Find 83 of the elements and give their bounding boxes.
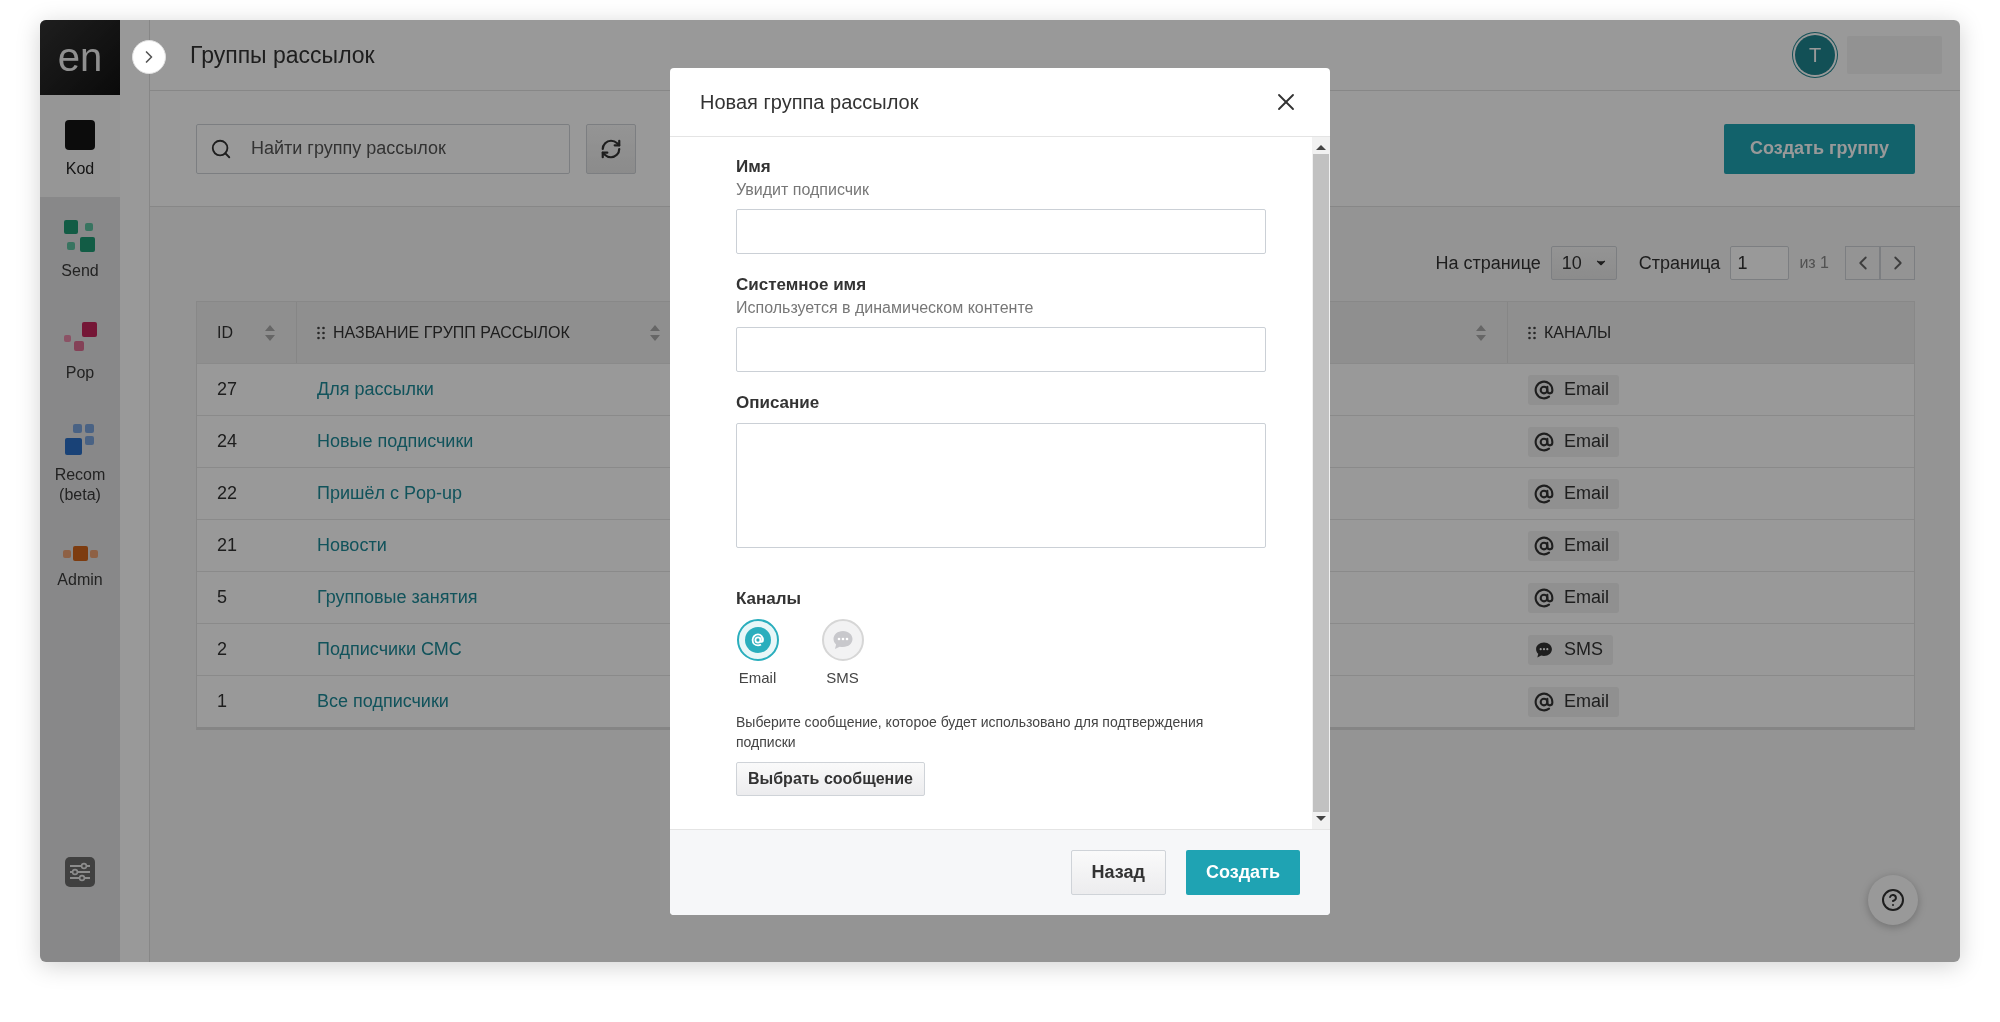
refresh-button[interactable]	[586, 123, 636, 174]
at-sign-icon	[1534, 483, 1554, 504]
at-sign-icon	[1534, 535, 1554, 556]
sort-icon[interactable]	[1475, 323, 1487, 342]
sidebar-label: Recom (beta)	[53, 465, 107, 505]
sidebar-label: Kod	[64, 159, 96, 179]
field-label: Каналы	[736, 588, 803, 610]
logo[interactable]: en	[40, 20, 120, 95]
input-field[interactable]	[736, 209, 1266, 254]
at-sign-icon	[1534, 587, 1554, 608]
sort-icon[interactable]	[649, 323, 661, 342]
group-link[interactable]: Все подписчики	[317, 691, 449, 712]
sliders-icon[interactable]	[64, 856, 96, 888]
group-link[interactable]: Групповые занятия	[317, 587, 478, 608]
search-icon	[210, 137, 232, 160]
drag-handle-icon[interactable]	[1528, 325, 1536, 340]
search-field[interactable]: Найти группу рассылок	[196, 123, 570, 174]
create-group-button[interactable]: Создать группу	[1723, 123, 1915, 174]
refresh-icon	[600, 137, 622, 160]
modal-title: Новая группа рассылок	[700, 90, 919, 114]
scrollbar[interactable]	[1312, 137, 1330, 829]
column-header: НАЗВАНИЕ ГРУПП РАССЫЛОК	[333, 323, 571, 342]
sidebar-item[interactable]: Kod	[40, 95, 120, 197]
group-link[interactable]: Подписчики СМС	[317, 639, 462, 660]
squares-icon	[61, 545, 99, 562]
help-button[interactable]	[1868, 875, 1918, 925]
sidebar-label: Pop	[64, 363, 96, 383]
page-title: Группы рассылок	[190, 41, 376, 69]
previous-page-button[interactable]	[1845, 246, 1880, 280]
table-cell-text: 27	[216, 378, 239, 401]
at-sign-icon	[1534, 431, 1554, 452]
scroll-up-arrow-icon[interactable]	[1316, 145, 1326, 150]
table-cell-text: 1	[216, 690, 228, 713]
page-input[interactable]: 1	[1730, 246, 1790, 280]
field-hint: Используется в динамическом контенте	[736, 298, 1035, 318]
table-cell-text: 22	[216, 482, 239, 505]
next-page-button[interactable]	[1880, 246, 1915, 280]
group-link[interactable]: Новости	[317, 535, 387, 556]
channel-toggle[interactable]	[736, 619, 779, 661]
per-page-label: На странице	[1435, 252, 1541, 274]
sort-icon[interactable]	[264, 323, 276, 342]
at-sign-icon	[1534, 379, 1554, 400]
field-hint: Увидит подписчик	[736, 180, 870, 200]
channel-tag: Email	[1528, 374, 1619, 405]
channel-tag: Email	[1528, 686, 1619, 717]
scroll-down-arrow-icon[interactable]	[1316, 816, 1326, 821]
field-label: Описание	[736, 392, 821, 414]
column-header: КАНАЛЫ	[1544, 323, 1613, 342]
back-button[interactable]: Назад	[1070, 850, 1166, 895]
choose-message-button[interactable]: Выбрать сообщение	[736, 762, 925, 796]
at-sign-icon	[1534, 691, 1554, 712]
channel-label: SMS	[826, 669, 859, 686]
table-cell-text: 2	[216, 638, 228, 661]
channel-tag: Email	[1528, 530, 1619, 561]
user-avatar[interactable]: T	[1795, 35, 1835, 75]
group-link[interactable]: Для рассылки	[317, 379, 434, 400]
page-label: Страница	[1638, 252, 1721, 274]
table-cell-text: 21	[216, 534, 239, 557]
channel-tag: Email	[1528, 478, 1619, 509]
input-field[interactable]	[736, 327, 1266, 372]
channel-tag: Email	[1528, 582, 1619, 613]
channel-tag: Email	[1528, 426, 1619, 457]
drag-handle-icon[interactable]	[317, 325, 325, 340]
per-page-select[interactable]: 10	[1550, 246, 1617, 280]
channel-tag: SMS	[1528, 634, 1613, 665]
sidebar-label: Send	[60, 261, 100, 281]
help-icon	[1881, 888, 1905, 912]
description-field[interactable]	[736, 423, 1266, 548]
field-label: Системное имя	[736, 274, 868, 296]
table-cell-text: 5	[216, 586, 228, 609]
sidebar-label: Admin	[56, 570, 104, 590]
table-cell-text: 24	[216, 430, 239, 453]
column-header: ID	[217, 323, 234, 342]
field-label: Имя	[736, 156, 772, 178]
create-button[interactable]: Создать	[1185, 850, 1300, 895]
confirm-text: Выберите сообщение, которое будет использовано для подтверждения подписки	[736, 713, 1205, 752]
group-link[interactable]: Новые подписчики	[317, 431, 474, 452]
channel-toggle[interactable]	[821, 619, 864, 661]
channel-label: Email	[738, 669, 777, 686]
group-link[interactable]: Пришёл с Pop-up	[317, 483, 462, 504]
at-sign-icon	[744, 627, 771, 653]
expand-button[interactable]	[132, 40, 166, 74]
page-total: из 1	[1799, 254, 1829, 272]
